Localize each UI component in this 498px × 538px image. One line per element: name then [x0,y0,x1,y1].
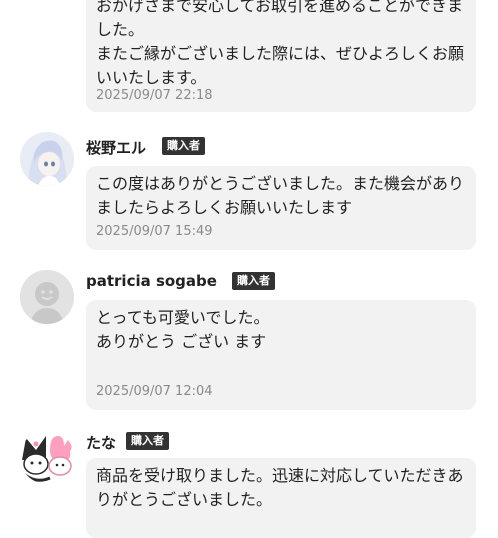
avatar[interactable] [20,430,74,484]
reviewer-name[interactable]: たな [86,432,116,453]
review-timestamp: 2025/09/07 15:49 [96,224,213,239]
review-message: この度はありがとうございました。また機会がありましたらよろしくお願いいたします [96,174,465,217]
review-timestamp: 2025/09/07 12:04 [96,384,213,399]
reviewer-name[interactable]: 桜野エル [86,137,146,158]
avatar[interactable] [20,270,74,324]
buyer-badge: 購入者 [162,137,205,155]
buyer-badge: 購入者 [232,272,275,290]
review-bubble: おかげさまで安心してお取引を進めることができました。 またご縁がございました際に… [86,0,476,112]
review-bubble: 商品を受け取りました。迅速に対応していただきありがとうございました。 [86,458,476,538]
default-user-avatar-icon [20,270,74,324]
review-message: おかげさまで安心してお取引を進めることができました。 またご縁がございました際に… [96,0,465,87]
buyer-badge: 購入者 [126,432,169,450]
reviewer-name[interactable]: patricia sogabe [86,272,217,290]
kuromi-melody-avatar-icon [20,430,74,484]
review-message: とっても可愛いでした。 ありがとう ござい ます [96,308,270,351]
avatar[interactable] [20,132,74,186]
anime-character-avatar-icon [20,132,74,186]
review-bubble: この度はありがとうございました。また機会がありましたらよろしくお願いいたします … [86,166,476,250]
review-message: 商品を受け取りました。迅速に対応していただきありがとうございました。 [96,466,464,509]
review-timestamp: 2025/09/07 22:18 [96,88,213,103]
review-bubble: とっても可愛いでした。 ありがとう ござい ます 2025/09/07 12:0… [86,300,476,410]
